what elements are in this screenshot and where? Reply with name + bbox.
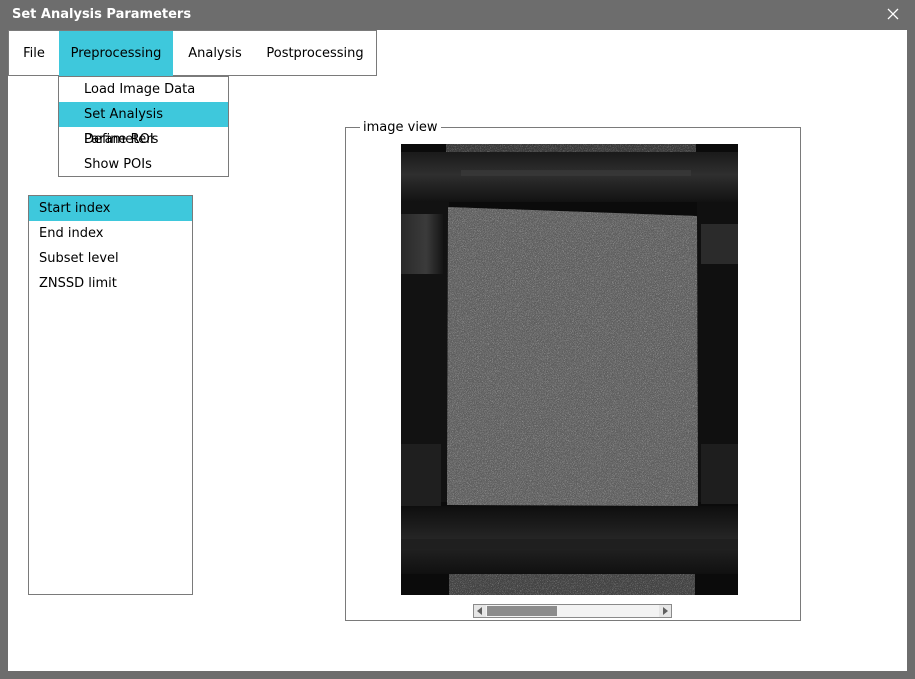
menu-item-define-roi[interactable]: Define ROI [59,127,228,152]
menu-item-set-analysis-parameters[interactable]: Set Analysis Parameters [59,102,228,147]
image-horizontal-scrollbar[interactable] [473,604,672,618]
menu-bar: File Preprocessing Analysis Postprocessi… [8,30,377,76]
scrollbar-thumb[interactable] [487,606,557,616]
window-title: Set Analysis Parameters [12,7,192,22]
menu-postprocessing[interactable]: Postprocessing [257,31,373,76]
image-view-group: image view [345,120,801,621]
image-view-label: image view [360,120,441,135]
list-item-subset-level[interactable]: Subset level [29,246,192,271]
list-item-end-index[interactable]: End index [29,221,192,246]
client-area: File Preprocessing Analysis Postprocessi… [8,30,907,671]
image-view-canvas[interactable] [401,144,738,595]
title-bar[interactable]: Set Analysis Parameters [0,0,915,30]
menu-file[interactable]: File [9,31,59,76]
close-icon[interactable] [885,6,901,22]
parameter-list[interactable]: Start index End index Subset level ZNSSD… [28,195,193,595]
specimen-image [401,144,738,595]
menu-preprocessing[interactable]: Preprocessing [59,31,173,76]
preprocessing-dropdown: Load Image Data Set Analysis Parameters … [58,76,229,177]
list-item-znssd-limit[interactable]: ZNSSD limit [29,271,192,296]
app-window: Set Analysis Parameters File Preprocessi… [0,0,915,679]
menu-item-load-image-data[interactable]: Load Image Data [59,77,228,102]
scroll-left-icon[interactable] [474,605,486,617]
list-item-start-index[interactable]: Start index [29,196,192,221]
scroll-right-icon[interactable] [659,605,671,617]
menu-item-show-pois[interactable]: Show POIs [59,152,228,177]
menu-analysis[interactable]: Analysis [173,31,257,76]
